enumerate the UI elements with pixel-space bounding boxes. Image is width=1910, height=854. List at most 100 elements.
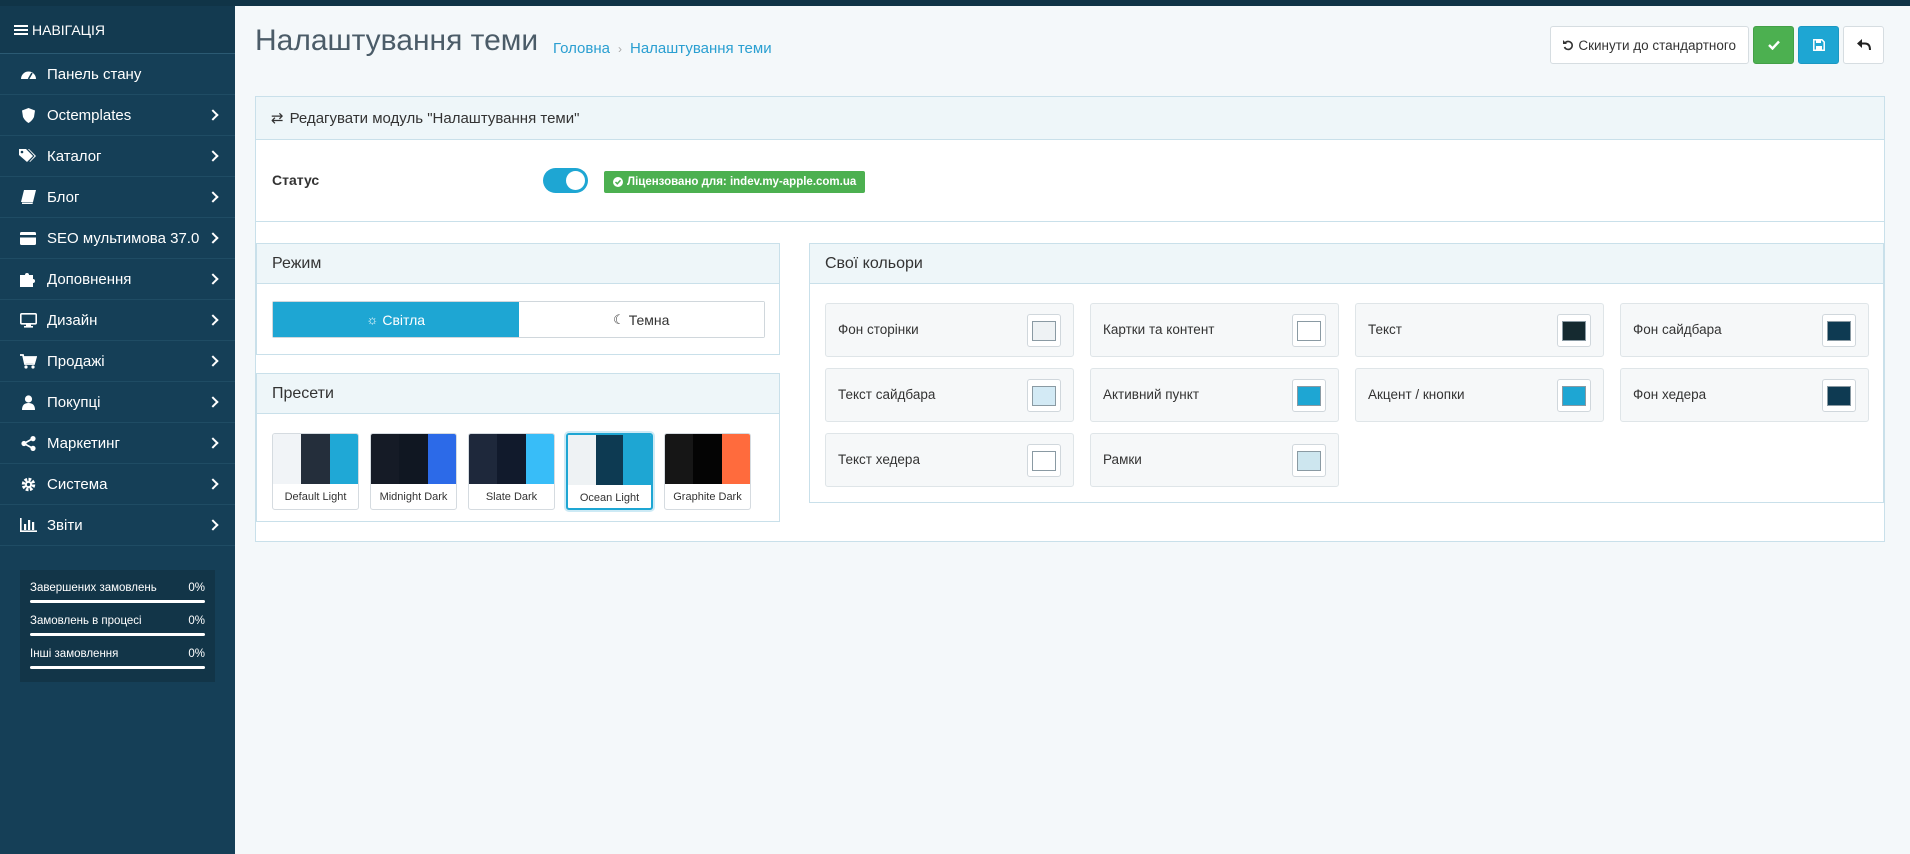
preset-name: Ocean Light: [579, 492, 640, 504]
status-toggle[interactable]: [543, 168, 588, 193]
custom-colors-panel: Свої кольори Фон сторінки Картки та конт…: [809, 243, 1884, 503]
sidebar-item-extensions[interactable]: Доповнення: [0, 259, 235, 300]
preset-name: Default Light: [284, 491, 347, 503]
chevron-right-icon: [207, 437, 219, 449]
save-button[interactable]: [1798, 26, 1839, 64]
breadcrumb-home-link[interactable]: Головна: [553, 40, 610, 57]
chevron-right-icon: [207, 232, 219, 244]
color-swatch: [1032, 385, 1056, 406]
stat-value: 0%: [188, 615, 205, 627]
preset-midnight-dark[interactable]: Midnight Dark: [370, 433, 457, 510]
color-label: Рамки: [1103, 452, 1142, 467]
mode-light-button[interactable]: ☼ Світла: [273, 302, 519, 337]
sidebar-item-label: Покупці: [47, 393, 101, 411]
chevron-right-icon: [207, 519, 219, 531]
sidebar-item-seo[interactable]: SEO мультимова 37.0: [0, 218, 235, 259]
save-icon: [1812, 39, 1825, 51]
panel-title: Редагувати модуль "Налаштування теми": [289, 109, 580, 127]
color-label: Картки та контент: [1103, 322, 1215, 337]
sidebar-item-system[interactable]: Система: [0, 464, 235, 505]
presets-panel-title: Пресети: [257, 374, 779, 414]
sun-icon: ☼: [366, 312, 379, 327]
sidebar-item-label: Звіти: [47, 516, 83, 534]
custom-colors-title: Свої кольори: [810, 244, 1883, 284]
color-picker[interactable]: [1292, 314, 1326, 347]
sidebar-item-reports[interactable]: Звіти: [0, 505, 235, 546]
chevron-right-icon: [207, 355, 219, 367]
moon-icon: ☾: [613, 311, 625, 327]
mode-dark-label: Темна: [628, 311, 670, 328]
color-label: Активний пункт: [1103, 387, 1200, 402]
chevron-right-icon: [207, 191, 219, 203]
sidebar-item-dashboard[interactable]: Панель стану: [0, 54, 235, 95]
sidebar-item-catalog[interactable]: Каталог: [0, 136, 235, 177]
color-picker[interactable]: [1292, 444, 1326, 477]
color-picker[interactable]: [1027, 444, 1061, 477]
color-picker[interactable]: [1292, 379, 1326, 412]
preset-default-light[interactable]: Default Light: [272, 433, 359, 510]
stat-progress-bar: [30, 666, 205, 669]
presets-panel: Пресети Default Light Midnight Dark Slat…: [256, 373, 780, 522]
preset-swatches: [469, 434, 554, 484]
stat-progress-bar: [30, 600, 205, 603]
preset-name: Graphite Dark: [673, 491, 742, 503]
preset-graphite-dark[interactable]: Graphite Dark: [664, 433, 751, 510]
color-picker[interactable]: [1822, 379, 1856, 412]
license-badge: Ліцензовано для: indev.my-apple.com.ua: [604, 171, 866, 193]
breadcrumb-current-link[interactable]: Налаштування теми: [630, 40, 772, 57]
breadcrumb-separator: ›: [618, 41, 622, 56]
color-swatch: [1297, 450, 1321, 471]
sidebar-item-sales[interactable]: Продажі: [0, 341, 235, 382]
color-card-page-bg: Фон сторінки: [825, 303, 1074, 357]
sidebar-item-marketing[interactable]: Маркетинг: [0, 423, 235, 464]
sidebar-item-octemplates[interactable]: Octemplates: [0, 95, 235, 136]
color-card-cards-bg: Картки та контент: [1090, 303, 1339, 357]
color-picker[interactable]: [1557, 314, 1591, 347]
color-picker[interactable]: [1027, 314, 1061, 347]
module-panel: ⇄ Редагувати модуль "Налаштування теми" …: [255, 96, 1885, 542]
preset-ocean-light[interactable]: Ocean Light: [566, 433, 653, 510]
color-picker[interactable]: [1027, 379, 1061, 412]
sidebar-item-design[interactable]: Дизайн: [0, 300, 235, 341]
mode-panel-title: Режим: [257, 244, 779, 284]
color-label: Фон сторінки: [838, 322, 919, 337]
sidebar-item-label: Дизайн: [47, 311, 98, 329]
preset-slate-dark[interactable]: Slate Dark: [468, 433, 555, 510]
gear-icon: [19, 475, 37, 493]
toggle-knob: [566, 171, 585, 190]
sidebar-item-customers[interactable]: Покупці: [0, 382, 235, 423]
preset-name: Midnight Dark: [379, 491, 448, 503]
chevron-right-icon: [207, 150, 219, 162]
stat-label: Інші замовлення: [30, 648, 119, 660]
color-label: Фон хедера: [1633, 387, 1707, 402]
color-picker[interactable]: [1557, 379, 1591, 412]
chevron-right-icon: [207, 273, 219, 285]
credit-card-icon: [19, 229, 37, 247]
mode-dark-button[interactable]: ☾ Темна: [518, 302, 764, 337]
sidebar-item-blog[interactable]: Блог: [0, 177, 235, 218]
color-label: Акцент / кнопки: [1368, 387, 1465, 402]
stat-completed: Завершених замовлень 0%: [30, 576, 205, 609]
reset-button-label: Скинути до стандартного: [1578, 37, 1736, 53]
color-card-header-bg: Фон хедера: [1620, 368, 1869, 422]
tags-icon: [19, 147, 37, 165]
save-and-stay-button[interactable]: [1753, 26, 1794, 64]
stat-label: Завершених замовлень: [30, 582, 157, 594]
preset-swatches: [665, 434, 750, 484]
color-swatch: [1297, 385, 1321, 406]
color-swatch: [1827, 385, 1851, 406]
stat-in-progress: Замовлень в процесі 0%: [30, 609, 205, 642]
sidebar-item-label: Панель стану: [47, 65, 142, 83]
color-picker[interactable]: [1822, 314, 1856, 347]
color-label: Текст хедера: [838, 452, 920, 467]
chevron-right-icon: [207, 396, 219, 408]
reset-button[interactable]: Скинути до стандартного: [1550, 26, 1749, 64]
page-title: Налаштування теми: [255, 24, 539, 57]
mode-switch: ☼ Світла ☾ Темна: [272, 301, 765, 338]
stat-value: 0%: [188, 582, 205, 594]
color-swatch: [1562, 385, 1586, 406]
color-label: Фон сайдбара: [1633, 322, 1722, 337]
nav-header: НАВІГАЦІЯ: [0, 6, 235, 54]
back-button[interactable]: [1843, 26, 1884, 64]
check-circle-icon: [613, 177, 623, 187]
